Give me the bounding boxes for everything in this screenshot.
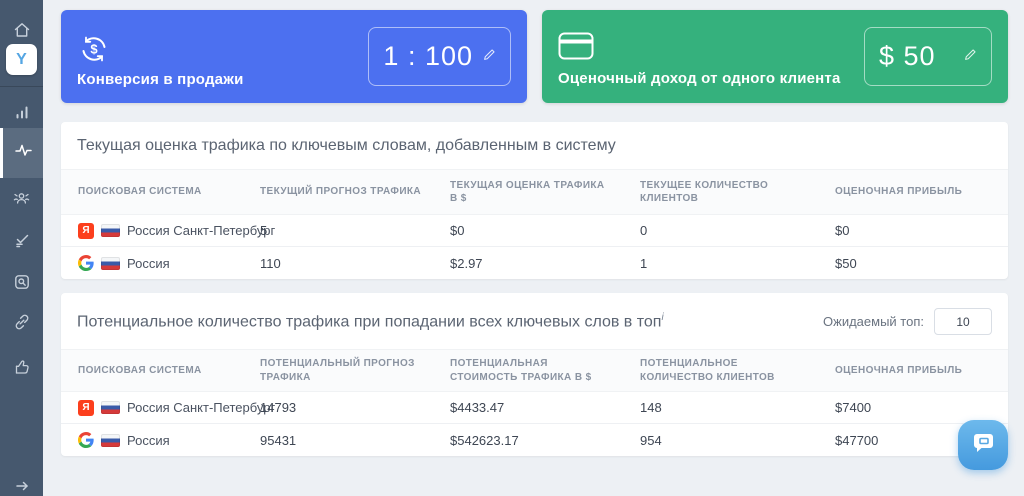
clients-value: 954: [640, 432, 662, 448]
home-icon: [13, 21, 31, 39]
edit-pencil-icon[interactable]: [483, 48, 496, 66]
stat-cards-row: $ Конверсия в продажи 1 : 100 Оценочный …: [61, 10, 1008, 103]
sidebar: Y: [0, 0, 43, 496]
russia-flag-icon: [101, 401, 120, 414]
forecast-value: 110: [260, 255, 281, 271]
region-label: Россия Санкт-Петербург: [127, 400, 276, 415]
sidebar-item-positions[interactable]: [0, 94, 43, 130]
col-header-current-clients: Текущее количество клиентов: [640, 179, 769, 205]
google-icon: [78, 432, 94, 448]
col-header-current-forecast: Текущий прогноз трафика: [260, 186, 422, 198]
profit-value: $0: [835, 223, 850, 238]
sidebar-divider: [0, 86, 43, 87]
col-header-current-traffic-value: Текущая оценка трафика в $: [450, 179, 605, 205]
sidebar-item-competitors[interactable]: [0, 180, 43, 216]
profit-value: $7400: [835, 400, 872, 415]
col-header-search-engine: Поисковая система: [78, 364, 202, 376]
conversion-value-box[interactable]: 1 : 100: [368, 27, 511, 86]
conversion-value: 1 : 100: [383, 41, 473, 71]
col-header-search-engine: Поисковая система: [78, 186, 202, 198]
region-label: Россия: [127, 432, 170, 448]
col-header-potential-forecast: Потенциальный прогноз трафика: [260, 358, 415, 383]
traffic-value: $0: [450, 223, 465, 238]
income-value: $ 50: [879, 41, 936, 71]
chat-widget-button[interactable]: [958, 420, 1008, 470]
expected-top-control: Ожидаемый топ:: [823, 308, 992, 335]
potential-table-header: Поисковая система Потенциальный прогноз …: [61, 349, 1008, 392]
sidebar-item-collapse[interactable]: [0, 468, 43, 496]
profit-value: $50: [835, 255, 857, 271]
forecast-value: 95431: [260, 432, 297, 448]
russia-flag-icon: [101, 256, 120, 270]
sidebar-item-recommendations[interactable]: [0, 349, 43, 385]
traffic-value: $2.97: [450, 255, 483, 271]
income-value-box[interactable]: $ 50: [864, 27, 992, 86]
sidebar-item-traffic-forecast-active[interactable]: [0, 128, 43, 178]
col-header-potential-traffic-value: Потенциальная стоимость трафика в $: [450, 358, 592, 383]
potential-table-title: Потенциальное количество трафика при поп…: [77, 312, 664, 331]
main-content: $ Конверсия в продажи 1 : 100 Оценочный …: [43, 0, 1024, 496]
potential-table-title-text: Потенциальное количество трафика при поп…: [77, 313, 662, 331]
bar-chart-icon: [13, 103, 31, 121]
arrow-right-icon: [14, 478, 30, 494]
search-square-icon: [13, 273, 31, 291]
current-table-title: Текущая оценка трафика по ключевым слова…: [77, 137, 616, 154]
current-traffic-table-card: Текущая оценка трафика по ключевым слова…: [61, 122, 1008, 279]
activity-pulse-icon: [14, 141, 33, 165]
russia-flag-icon: [101, 224, 120, 237]
table-row: Россия 110 $2.97 1 $50: [61, 247, 1008, 279]
forecast-value: 14793: [260, 400, 297, 415]
traffic-value: $4433.47: [450, 400, 505, 415]
sidebar-item-links[interactable]: [0, 304, 43, 340]
traffic-value: $542623.17: [450, 432, 519, 448]
clients-value: 0: [640, 223, 648, 238]
col-header-estimated-profit: Оценочная прибыль: [835, 186, 963, 198]
table-row: Россия 95431 $542623.17 954 $47700: [61, 424, 1008, 456]
info-superscript[interactable]: i: [661, 312, 663, 323]
table-row: Я Россия Санкт-Петербург 5 $0 0 $0: [61, 215, 1008, 247]
col-header-potential-clients: Потенциальное количество клиентов: [640, 358, 775, 383]
expected-top-label: Ожидаемый топ:: [823, 314, 924, 329]
double-check-icon: [13, 231, 31, 249]
income-card: Оценочный доход от одного клиента $ 50: [542, 10, 1008, 103]
expected-top-input[interactable]: [934, 308, 992, 335]
current-table-header: Поисковая система Текущий прогноз трафик…: [61, 169, 1008, 215]
sidebar-item-tasks[interactable]: [0, 222, 43, 258]
table-row: Я Россия Санкт-Петербург 14793 $4433.47 …: [61, 392, 1008, 424]
region-label: Россия Санкт-Петербург: [127, 223, 276, 238]
svg-text:$: $: [90, 42, 98, 57]
conversion-card: $ Конверсия в продажи 1 : 100: [61, 10, 527, 103]
chat-bubble-icon: [970, 430, 996, 461]
link-icon: [13, 313, 31, 331]
thumbs-up-icon: [13, 358, 31, 376]
project-logo[interactable]: Y: [6, 44, 37, 75]
region-label: Россия: [127, 255, 170, 271]
clients-value: 1: [640, 255, 648, 271]
project-logo-letter: Y: [16, 50, 27, 68]
yandex-icon: Я: [78, 222, 94, 239]
competitors-icon: [12, 189, 31, 208]
sidebar-item-home[interactable]: [0, 12, 43, 48]
edit-pencil-icon[interactable]: [964, 48, 977, 66]
sidebar-item-site-audit[interactable]: [0, 264, 43, 300]
russia-flag-icon: [101, 433, 120, 447]
col-header-estimated-profit: Оценочная прибыль: [835, 364, 963, 376]
forecast-value: 5: [260, 223, 268, 238]
google-icon: [78, 255, 94, 271]
clients-value: 148: [640, 400, 662, 415]
potential-traffic-table-card: Потенциальное количество трафика при поп…: [61, 293, 1008, 456]
yandex-icon: Я: [78, 399, 94, 416]
